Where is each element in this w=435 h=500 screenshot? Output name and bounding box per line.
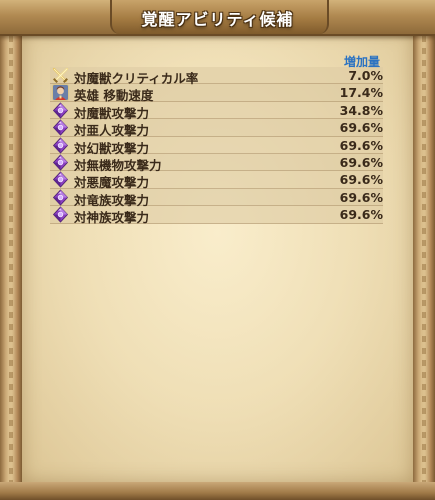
ability-value: 69.6%: [339, 172, 383, 188]
ability-row: 対神族攻撃力 69.6%: [50, 206, 383, 226]
purple-gem-icon: [52, 136, 69, 154]
ability-value: 69.6%: [339, 189, 383, 205]
left-ornate-border: [0, 0, 22, 500]
crossed-swords-icon: [52, 67, 69, 84]
purple-gem-icon: [52, 119, 69, 136]
ability-value: 7.0%: [348, 68, 383, 83]
ability-row: 英雄 移動速度 17.4%: [50, 84, 383, 103]
right-ornate-border: [413, 0, 435, 500]
purple-gem-icon: [52, 189, 69, 206]
purple-gem-icon: [52, 154, 69, 171]
ability-value: 69.6%: [339, 154, 383, 170]
purple-gem-icon: [52, 206, 69, 223]
ability-candidates-panel: 覚醒アビリティ候補 増加量 対魔獣クリティカル率 7.0% 英雄 移動速度 17: [0, 0, 435, 500]
ability-name: 対神族攻撃力: [74, 210, 150, 226]
ability-value: 69.6%: [339, 207, 383, 223]
ability-row: 対亜人攻撃力 69.6%: [50, 119, 383, 138]
purple-gem-icon: [52, 171, 69, 188]
ability-row: 対幻獣攻撃力 69.6%: [50, 136, 383, 156]
ability-row: 対魔獣攻撃力 34.8%: [50, 101, 383, 121]
ability-value: 69.6%: [339, 120, 383, 136]
ability-list: 対魔獣クリティカル率 7.0% 英雄 移動速度 17.4% 対魔獣攻撃力 34.…: [50, 67, 383, 226]
hero-portrait-icon: [52, 84, 69, 102]
ability-value: 34.8%: [339, 102, 383, 118]
purple-gem-icon: [52, 102, 69, 119]
ability-row: 対無機物攻撃力 69.6%: [50, 153, 383, 173]
panel-title: 覚醒アビリティ候補: [141, 10, 294, 29]
ability-value: 17.4%: [339, 85, 383, 101]
title-banner: 覚醒アビリティ候補: [0, 0, 435, 36]
ability-row: 対竜族攻撃力 69.6%: [50, 188, 383, 208]
ability-row: 対魔獣クリティカル率 7.0%: [50, 67, 383, 86]
ability-value: 69.6%: [339, 137, 383, 153]
ability-row: 対悪魔攻撃力 69.6%: [50, 171, 383, 190]
bottom-ornate-border: [0, 482, 435, 500]
